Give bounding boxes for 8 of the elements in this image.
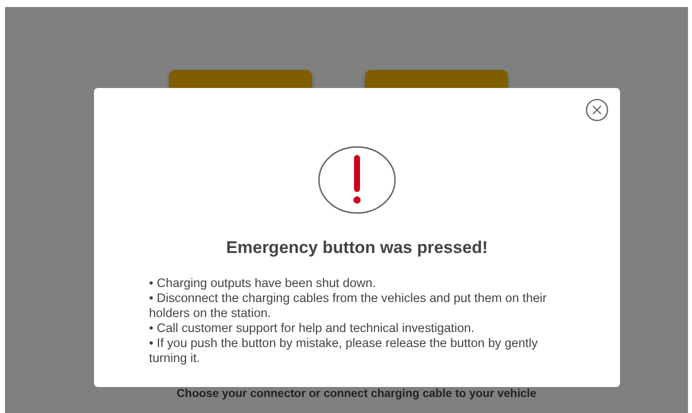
close-icon[interactable] <box>585 98 609 122</box>
bullet-text: • Disconnect the charging cables from the vehicles and put them on their holders on the station. <box>149 291 548 321</box>
instruction-text: Choose your connector or connect charging cable to your vehicle <box>176 388 536 400</box>
exclamation-icon <box>318 146 396 214</box>
bullet-text: • Charging outputs have been shut down. <box>149 276 377 291</box>
dialog-title: Emergency button was pressed! <box>226 238 488 258</box>
bullet-text: • If you push the button by mistake, please release the button by gently turning it. <box>149 336 539 366</box>
bullet-text: • Call customer support for help and technical investigation. <box>149 321 476 336</box>
